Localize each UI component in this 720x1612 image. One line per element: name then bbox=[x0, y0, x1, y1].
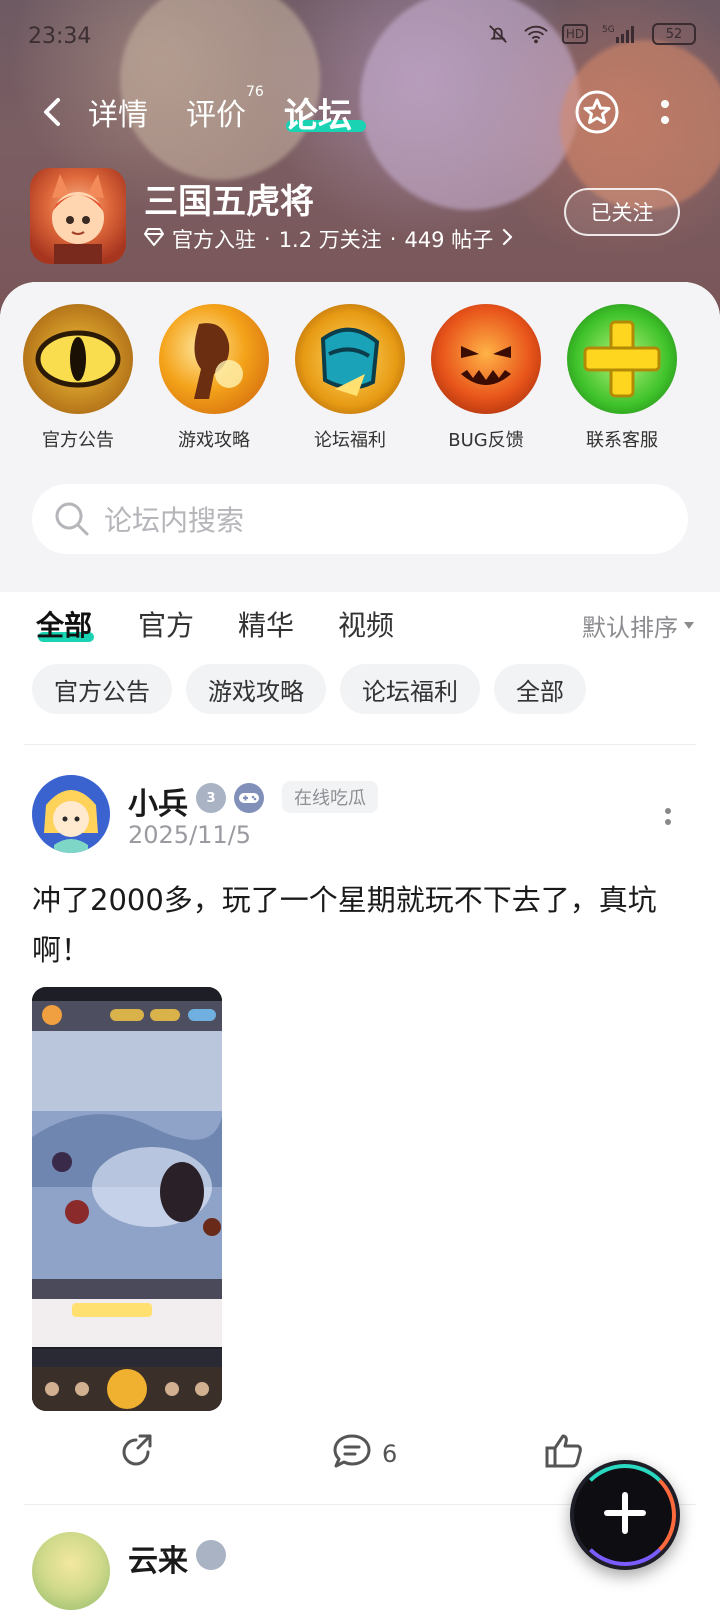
posts-count[interactable]: 449 帖子 bbox=[404, 224, 493, 254]
level-badge-number: 3 bbox=[206, 790, 216, 806]
top-nav: 详情 评价 76 论坛 bbox=[0, 80, 720, 144]
battery-icon: 52 bbox=[652, 23, 696, 45]
status-time: 23:34 bbox=[28, 24, 92, 49]
game-title: 三国五虎将 bbox=[144, 182, 314, 222]
comment-count: 6 bbox=[382, 1440, 398, 1468]
shortcut-forum-welfare[interactable]: 论坛福利 bbox=[280, 304, 420, 452]
category-chips: 官方公告 游戏攻略 论坛福利 全部 bbox=[32, 664, 712, 716]
more-options-icon[interactable] bbox=[650, 94, 680, 130]
status-bar: 23:34 HD 5G 52 bbox=[0, 0, 720, 74]
author-name[interactable]: 云来 bbox=[128, 1536, 188, 1580]
author-name[interactable]: 小兵 bbox=[128, 779, 188, 823]
shortcut-label: 游戏攻略 bbox=[178, 430, 250, 451]
shortcut-game-guide[interactable]: 游戏攻略 bbox=[144, 304, 284, 452]
followers-count: 1.2 万关注 bbox=[278, 228, 382, 252]
comment-button[interactable]: 6 bbox=[332, 1432, 397, 1476]
post-text[interactable]: 冲了2000多，玩了一个星期就玩不下去了，真坑啊！ bbox=[32, 875, 682, 975]
thumbs-up-icon bbox=[544, 1432, 584, 1476]
tab-reviews[interactable]: 评价 bbox=[186, 90, 246, 134]
post-date: 2025/11/5 bbox=[128, 821, 252, 849]
chip-forum-welfare[interactable]: 论坛福利 bbox=[340, 664, 480, 714]
shortcut-row: 官方公告 游戏攻略 论坛福利 BUG反馈 联系客服 bbox=[0, 304, 720, 454]
new-post-button[interactable] bbox=[570, 1460, 680, 1570]
feed-tabs: 全部 官方 精华 视频 默认排序 bbox=[0, 592, 720, 662]
bell-off-icon bbox=[486, 22, 510, 46]
post-more-icon[interactable] bbox=[656, 801, 680, 831]
reviews-count: 76 bbox=[246, 84, 264, 100]
chip-all[interactable]: 全部 bbox=[494, 664, 586, 714]
eye-icon bbox=[23, 304, 133, 414]
chip-official-announcement[interactable]: 官方公告 bbox=[32, 664, 172, 714]
divider bbox=[24, 744, 696, 745]
search-input[interactable]: 论坛内搜索 bbox=[32, 484, 688, 554]
quick-access-area: 官方公告 游戏攻略 论坛福利 BUG反馈 联系客服 论坛内搜索 bbox=[0, 282, 720, 592]
game-meta: 官方入驻 · 1.2 万关注 · 449 帖子 bbox=[144, 224, 513, 254]
shortcut-label: 官方公告 bbox=[42, 430, 114, 451]
svg-text:5G: 5G bbox=[602, 25, 615, 35]
shortcut-label: 论坛福利 bbox=[314, 430, 386, 451]
sort-label: 默认排序 bbox=[582, 614, 678, 642]
plus-icon bbox=[567, 304, 677, 414]
avatar[interactable] bbox=[32, 1532, 110, 1610]
follow-button[interactable]: 已关注 bbox=[564, 188, 680, 236]
shortcut-label: 联系客服 bbox=[586, 430, 658, 451]
diamond-icon bbox=[144, 227, 164, 251]
game-app-icon[interactable] bbox=[30, 168, 126, 264]
chip-game-guide[interactable]: 游戏攻略 bbox=[186, 664, 326, 714]
meta-dot: · bbox=[264, 227, 271, 251]
level-badge-icon bbox=[196, 1540, 226, 1570]
post-card[interactable]: 小兵 3 在线吃瓜 2025/11/5 冲了2000多，玩了一个星期就玩不下去了… bbox=[0, 757, 720, 1517]
forum-header: 23:34 HD 5G 52 详情 评价 76 论坛 三国五虎将 官方入驻 · … bbox=[0, 0, 720, 320]
shortcut-official-announcement[interactable]: 官方公告 bbox=[8, 304, 148, 452]
bug-icon bbox=[431, 304, 541, 414]
fab-ring bbox=[574, 1464, 676, 1566]
share-icon bbox=[118, 1432, 156, 1476]
tab-forum[interactable]: 论坛 bbox=[284, 88, 352, 137]
hd-icon: HD bbox=[562, 24, 588, 44]
official-label: 官方入驻 bbox=[172, 228, 256, 252]
sort-dropdown[interactable]: 默认排序 bbox=[582, 608, 694, 643]
favorite-star-icon[interactable] bbox=[575, 90, 619, 134]
like-button[interactable] bbox=[544, 1432, 584, 1476]
chevron-right-icon[interactable] bbox=[501, 227, 513, 251]
gamepad-badge-icon bbox=[234, 783, 264, 813]
search-placeholder: 论坛内搜索 bbox=[104, 504, 245, 537]
status-icons: HD 5G 52 bbox=[486, 22, 696, 46]
tab-official[interactable]: 官方 bbox=[138, 604, 194, 644]
caret-down-icon bbox=[684, 622, 694, 629]
avatar[interactable] bbox=[32, 775, 110, 853]
game-info: 三国五虎将 官方入驻 · 1.2 万关注 · 449 帖子 已关注 bbox=[30, 168, 690, 264]
share-button[interactable] bbox=[118, 1432, 156, 1476]
user-tag: 在线吃瓜 bbox=[282, 781, 378, 813]
wifi-icon bbox=[524, 22, 548, 46]
comment-icon bbox=[332, 1432, 372, 1476]
tab-video[interactable]: 视频 bbox=[338, 604, 394, 644]
forum-sheet: 官方公告 游戏攻略 论坛福利 BUG反馈 联系客服 论坛内搜索 全部 官方 精华… bbox=[0, 282, 720, 1612]
post-image[interactable] bbox=[32, 987, 222, 1411]
search-icon bbox=[52, 499, 92, 539]
meta-dot: · bbox=[389, 227, 397, 251]
guide-icon bbox=[159, 304, 269, 414]
back-arrow-icon[interactable] bbox=[34, 94, 70, 130]
tab-all[interactable]: 全部 bbox=[36, 604, 92, 644]
shortcut-customer-service[interactable]: 联系客服 bbox=[552, 304, 692, 452]
gift-icon bbox=[295, 304, 405, 414]
shortcut-label: BUG反馈 bbox=[448, 430, 524, 451]
level-badge-icon: 3 bbox=[196, 783, 226, 813]
shortcut-bug-report[interactable]: BUG反馈 bbox=[416, 304, 556, 452]
tab-featured[interactable]: 精华 bbox=[238, 604, 294, 644]
signal-icon: 5G bbox=[602, 22, 638, 46]
tab-details[interactable]: 详情 bbox=[88, 90, 148, 134]
